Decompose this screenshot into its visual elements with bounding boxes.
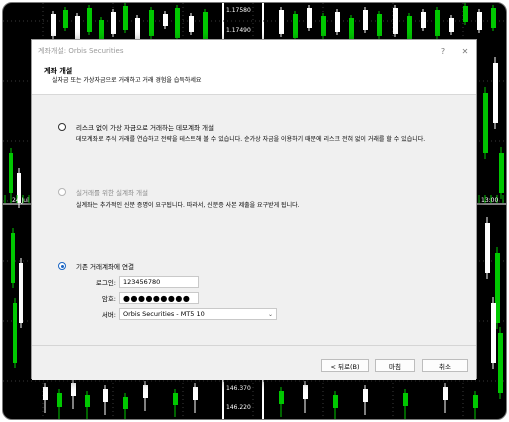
account-open-dialog: 계좌개설: Orbis Securities ? ✕ 계좌 개설 실자금 또는 … xyxy=(31,39,477,380)
chart-candle-body xyxy=(421,12,426,28)
radio-real-account xyxy=(58,188,66,196)
chart-candle-body xyxy=(477,12,482,30)
chart-candle-body xyxy=(498,333,503,393)
chart-candle-body xyxy=(335,12,340,32)
chart-candle-body xyxy=(203,12,208,42)
price-label-mid: 146.370 xyxy=(226,385,251,392)
chart-candle-body xyxy=(393,8,398,34)
chart-candle-body xyxy=(403,393,408,406)
chart-candle-body xyxy=(279,391,284,404)
chart-candle-body xyxy=(279,10,284,34)
price-label-second: 1.17490 xyxy=(226,27,251,34)
chart-candle-body xyxy=(143,385,148,398)
chart-candle-body xyxy=(123,6,128,30)
option-real-description: 실계좌는 추가적인 신분 증명이 요구됩니다. 따라서, 신분증 사본 제출을 … xyxy=(76,202,300,209)
price-label-top: 1.17580 xyxy=(226,7,251,14)
chart-candle-body xyxy=(443,387,448,400)
option-existing-label: 기존 거래계좌에 연결 xyxy=(76,263,134,271)
chart-candle-body xyxy=(493,63,498,123)
chart-candle-body xyxy=(449,18,454,32)
chart-candle-body xyxy=(485,223,490,273)
chart-candle-body xyxy=(483,93,488,153)
login-label: 로그인: xyxy=(95,279,116,287)
server-value: Orbis Securities - MT5 10 xyxy=(123,310,205,318)
chart-candle-body xyxy=(435,10,440,36)
password-label: 암호: xyxy=(101,295,116,303)
login-row: 로그인: 123456780 xyxy=(92,276,199,288)
cancel-button[interactable]: 취소 xyxy=(422,359,468,372)
dialog-title: 계좌개설: Orbis Securities xyxy=(38,47,124,55)
time-label-right: 13:00 xyxy=(481,197,499,204)
chart-candle-body xyxy=(377,14,382,36)
chart-candle-body xyxy=(9,153,13,193)
option-existing-account[interactable]: 기존 거래계좌에 연결 xyxy=(58,261,134,271)
chart-candle-body xyxy=(63,10,68,28)
time-label-left: 24 Jul xyxy=(12,197,29,204)
chart-candle-body xyxy=(321,16,326,36)
chart-candle-body xyxy=(349,18,354,40)
login-input[interactable]: 123456780 xyxy=(119,276,199,288)
chart-candle-body xyxy=(19,263,23,323)
server-label: 서버: xyxy=(101,311,116,319)
chart-candle-body xyxy=(123,397,128,409)
chart-candle-body xyxy=(43,387,48,400)
chart-candle-body xyxy=(51,14,56,36)
chart-candle-body xyxy=(149,10,154,36)
chevron-down-icon[interactable]: ⌄ xyxy=(268,311,273,318)
password-input[interactable]: ●●●●●●●●● xyxy=(119,292,199,304)
chart-candle-body xyxy=(293,14,298,38)
option-real-account: 실거래를 위한 실계좌 개설 xyxy=(58,187,148,197)
radio-demo-account[interactable] xyxy=(58,123,66,131)
dialog-titlebar[interactable]: 계좌개설: Orbis Securities ? ✕ xyxy=(32,40,476,62)
chart-candle-body xyxy=(193,387,198,400)
chart-candle-body xyxy=(303,385,308,399)
chart-candle-body xyxy=(491,303,496,363)
chart-candle-body xyxy=(103,389,108,402)
option-demo-account[interactable]: 리스크 없이 가상 자금으로 거래하는 데모계좌 개설 xyxy=(58,122,214,132)
password-row: 암호: ●●●●●●●●● xyxy=(92,292,199,304)
dialog-header: 계좌 개설 실자금 또는 가상자금으로 거래하고 거래 경험을 습득하세요 xyxy=(32,62,476,95)
chart-candle-body xyxy=(363,10,368,30)
back-button[interactable]: < 뒤로(B) xyxy=(321,359,369,372)
chart-candle-body xyxy=(333,395,338,408)
chart-candle-body xyxy=(307,8,312,28)
server-row: 서버: Orbis Securities - MT5 10 ⌄ xyxy=(92,308,277,320)
dialog-body: 리스크 없이 가상 자금으로 거래하는 데모계좌 개설 데모계좌로 주식 거래를… xyxy=(32,96,476,344)
chart-candle-body xyxy=(173,393,178,405)
chart-candle-body xyxy=(11,233,15,283)
option-demo-label: 리스크 없이 가상 자금으로 거래하는 데모계좌 개설 xyxy=(76,124,214,132)
chart-candle-body xyxy=(57,393,62,407)
chart-candle-body xyxy=(189,16,194,32)
close-icon[interactable]: ✕ xyxy=(454,40,476,62)
chart-candle-body xyxy=(163,14,168,26)
radio-existing-account[interactable] xyxy=(58,262,66,270)
chart-candle-body xyxy=(463,6,468,22)
chart-candle-body xyxy=(75,16,80,40)
server-select[interactable]: Orbis Securities - MT5 10 ⌄ xyxy=(119,308,277,320)
chart-candle-body xyxy=(87,8,92,32)
dialog-footer: < 뒤로(B) 마침 취소 xyxy=(32,345,476,380)
chart-candle-body xyxy=(363,389,368,402)
page-subtitle: 실자금 또는 가상자금으로 거래하고 거래 경험을 습득하세요 xyxy=(52,77,202,84)
price-label-low: 146.220 xyxy=(226,404,251,411)
chart-candle-body xyxy=(473,395,478,408)
chart-candle-body xyxy=(499,153,504,193)
option-real-label: 실거래를 위한 실계좌 개설 xyxy=(76,189,148,197)
chart-candle-body xyxy=(13,303,17,363)
help-icon[interactable]: ? xyxy=(432,40,454,62)
chart-candle-body xyxy=(71,383,76,396)
chart-candle-body xyxy=(85,395,90,407)
finish-button[interactable]: 마침 xyxy=(375,359,415,372)
option-demo-description: 데모계좌로 주식 거래를 연습하고 전략을 테스트해 볼 수 있습니다. 순가상… xyxy=(76,136,426,143)
chart-candle-body xyxy=(491,8,496,28)
chart-candle-body xyxy=(111,12,116,34)
chart-candle-body xyxy=(175,8,180,38)
